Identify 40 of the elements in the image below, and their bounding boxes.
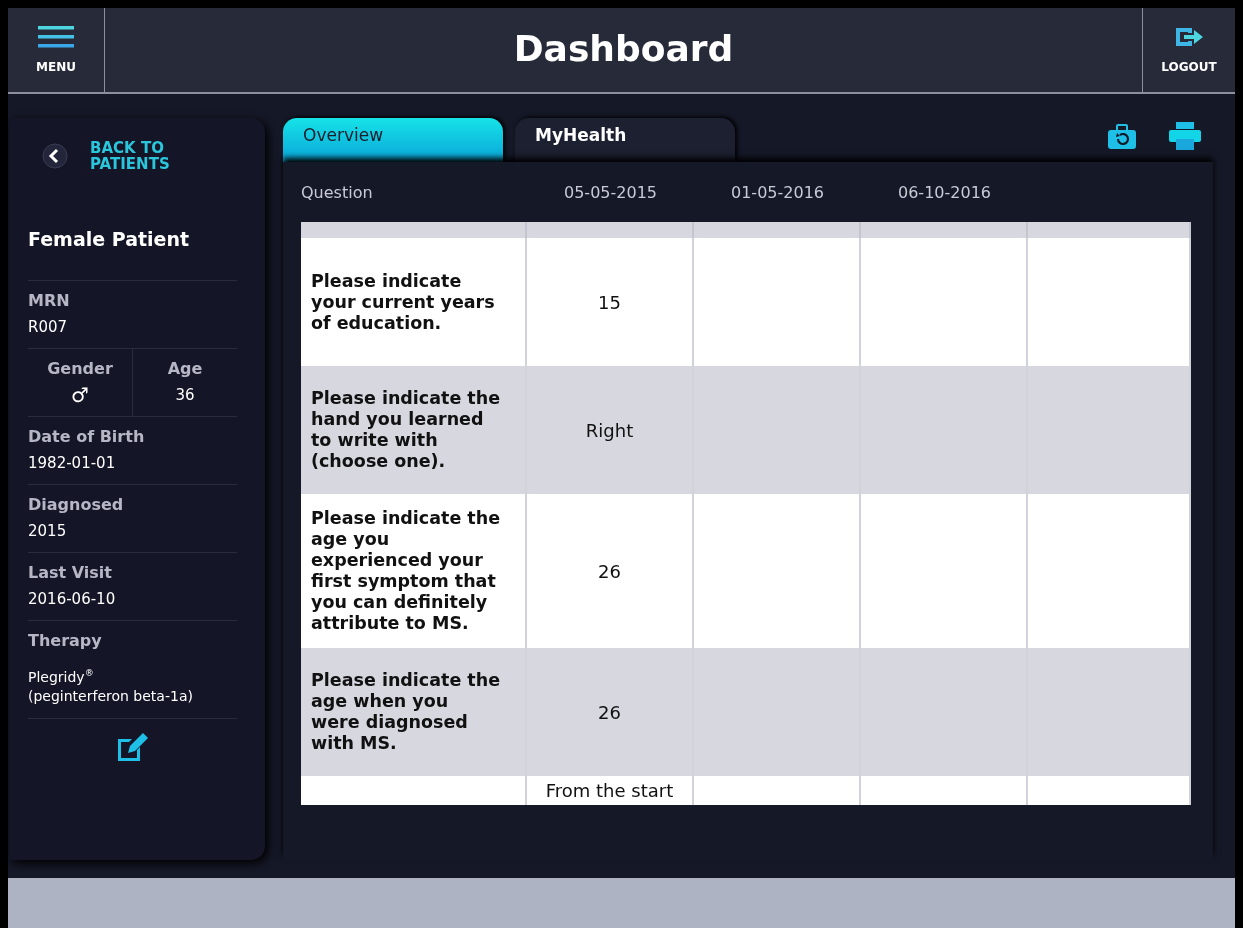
field-value: R007 bbox=[28, 318, 69, 336]
question-text: Please indicate the age when you were diagnosed with MS. bbox=[311, 670, 501, 754]
edit-icon[interactable] bbox=[115, 730, 150, 763]
field-label: Last Visit bbox=[28, 563, 113, 582]
field-label: Date of Birth bbox=[28, 427, 146, 446]
field-value: 2016-06-10 bbox=[28, 590, 117, 608]
column-header: 05-05-2015 bbox=[563, 182, 658, 202]
menu-icon bbox=[38, 26, 74, 48]
answer-text: From the start bbox=[545, 780, 674, 801]
gender-symbol: ♂ bbox=[70, 386, 90, 404]
logout-button[interactable]: LOGOUT bbox=[1142, 8, 1235, 92]
back-button[interactable]: BACK TO PATIENTS bbox=[28, 140, 237, 172]
question-text: Please indicate the age you experienced your first symptom that you can definitely attribute to MS. bbox=[311, 508, 501, 634]
logout-icon bbox=[1174, 26, 1204, 48]
answer-text: 15 bbox=[598, 291, 621, 313]
field-label: Gender bbox=[46, 359, 114, 378]
answer-text: Right bbox=[585, 419, 634, 441]
answer-text: 26 bbox=[598, 701, 621, 723]
field-value: 1982-01-01 bbox=[28, 454, 117, 472]
briefcase-icon[interactable] bbox=[1107, 124, 1137, 150]
menu-button[interactable]: MENU bbox=[8, 8, 105, 92]
field-label: Age bbox=[166, 359, 204, 378]
field-value: 2015 bbox=[28, 522, 68, 540]
field-value: Plegridy$^{®}$ (peginterferon beta-1a) bbox=[28, 667, 194, 706]
tab[interactable]: Overview bbox=[283, 118, 503, 162]
question-text: Please indicate your current years of education. bbox=[311, 270, 496, 334]
field-label: Diagnosed bbox=[28, 495, 125, 514]
chevron-left-icon bbox=[42, 143, 68, 169]
column-header: 06-10-2016 bbox=[897, 182, 992, 202]
answer-text: 26 bbox=[598, 560, 621, 582]
question-text: Please indicate the hand you learned to write with (choose one). bbox=[311, 388, 501, 472]
print-icon[interactable] bbox=[1169, 122, 1201, 150]
column-header: Question bbox=[301, 182, 374, 202]
field-label: Therapy bbox=[28, 631, 103, 650]
column-header: 01-05-2016 bbox=[730, 182, 825, 202]
patient-name: Female Patient bbox=[28, 228, 191, 250]
tab[interactable]: MyHealth bbox=[515, 118, 735, 162]
field-label: MRN bbox=[28, 291, 71, 310]
page-title: Dashboard bbox=[512, 27, 735, 71]
field-value: 36 bbox=[174, 386, 196, 404]
